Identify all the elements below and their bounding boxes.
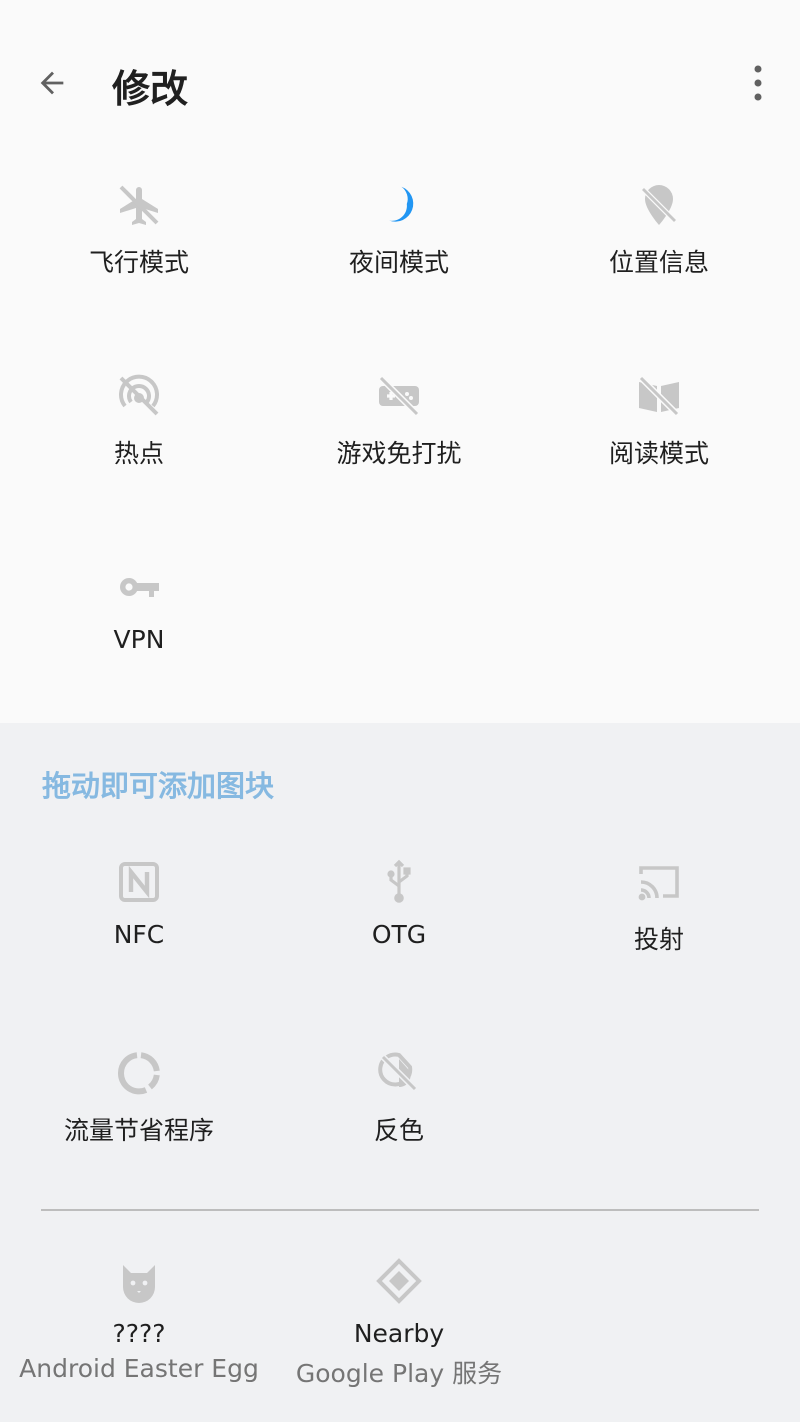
- tile-otg[interactable]: OTG: [269, 858, 529, 949]
- app-bar: 修改: [0, 0, 800, 165]
- tile-airplane-mode[interactable]: 飞行模式: [9, 181, 269, 279]
- tile-hotspot[interactable]: 热点: [9, 372, 269, 470]
- tile-label: ????: [112, 1319, 166, 1348]
- arrow-left-icon: [40, 71, 64, 94]
- location-off-icon: [641, 185, 677, 225]
- data-saver-icon: [117, 1052, 160, 1095]
- section-divider: [41, 1209, 759, 1211]
- airplane-mode-off-icon: [119, 185, 159, 225]
- tile-easter-egg[interactable]: ???? Android Easter Egg: [9, 1257, 269, 1383]
- back-button[interactable]: [22, 55, 82, 110]
- more-options-button[interactable]: [735, 55, 780, 110]
- tile-app-name: Google Play 服务: [295, 1359, 503, 1388]
- cat-icon: [123, 1265, 155, 1303]
- gamepad-off-icon: [378, 375, 420, 417]
- reading-mode-off-icon: [638, 375, 680, 417]
- tile-app-name: Android Easter Egg: [19, 1354, 259, 1383]
- nearby-icon: [376, 1258, 422, 1304]
- tile-invert-colors[interactable]: 反色: [269, 1049, 529, 1147]
- tile-label: 夜间模式: [348, 248, 449, 277]
- tile-label: Nearby: [353, 1319, 445, 1348]
- nfc-icon: [119, 862, 159, 902]
- tile-label: 热点: [113, 439, 164, 468]
- current-tiles-area: 修改 飞行模式 夜间模式 位置信息 热点 游戏免打扰 阅读模式 VPN: [0, 0, 800, 723]
- page-title: 修改: [112, 67, 189, 111]
- tile-label: 投射: [633, 925, 684, 954]
- tile-night-mode[interactable]: 夜间模式: [269, 181, 529, 279]
- usb-icon: [387, 859, 411, 903]
- tile-location[interactable]: 位置信息: [529, 181, 789, 279]
- cast-icon: [638, 866, 679, 901]
- tile-label: NFC: [113, 920, 165, 949]
- moon-icon: [389, 186, 414, 222]
- tile-label: 阅读模式: [608, 439, 709, 468]
- hotspot-off-icon: [119, 374, 159, 416]
- tile-label: 游戏免打扰: [336, 439, 462, 468]
- tile-label: VPN: [113, 625, 165, 654]
- tile-reading-mode[interactable]: 阅读模式: [529, 372, 789, 470]
- tile-game-dnd[interactable]: 游戏免打扰: [269, 372, 529, 470]
- key-icon: [120, 578, 159, 597]
- drag-to-add-title: 拖动即可添加图块: [42, 769, 275, 803]
- tile-data-saver[interactable]: 流量节省程序: [9, 1049, 269, 1147]
- tile-label: OTG: [371, 920, 427, 949]
- tile-nearby[interactable]: Nearby Google Play 服务: [269, 1257, 529, 1390]
- tile-cast[interactable]: 投射: [529, 858, 789, 956]
- tile-label: 流量节省程序: [63, 1116, 214, 1145]
- tile-nfc[interactable]: NFC: [9, 858, 269, 949]
- tile-vpn[interactable]: VPN: [9, 563, 269, 654]
- tile-label: 反色: [373, 1116, 424, 1145]
- tile-label: 位置信息: [608, 248, 709, 277]
- tile-label: 飞行模式: [88, 248, 189, 277]
- more-vert-icon: [754, 65, 761, 100]
- invert-colors-off-icon: [378, 1052, 418, 1092]
